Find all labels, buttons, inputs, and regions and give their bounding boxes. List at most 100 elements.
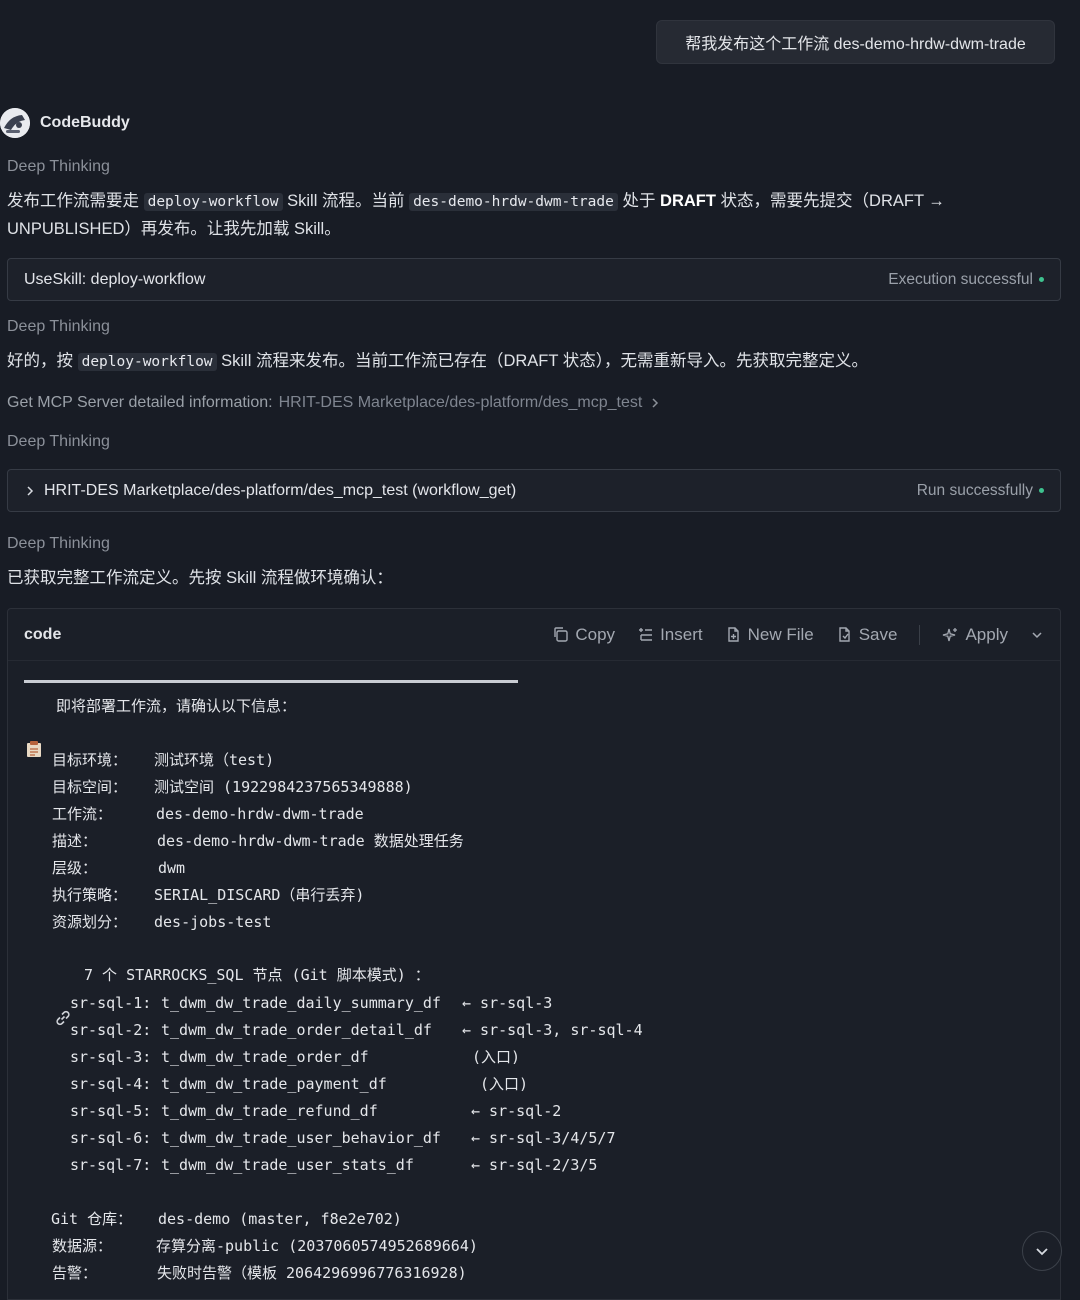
- new-file-label: New File: [747, 624, 814, 644]
- assistant-paragraph-3: 已获取完整工作流定义。先按 Skill 流程做环境确认：: [7, 569, 393, 587]
- info-key: 目标空间：: [52, 778, 128, 796]
- code-language-label: code: [24, 625, 62, 643]
- tool-call-workflow-get[interactable]: HRIT-DES Marketplace/des-platform/des_mc…: [7, 469, 1061, 512]
- insert-label: Insert: [660, 624, 703, 644]
- copy-icon: [554, 627, 569, 642]
- node-id: sr-sql-5:: [70, 1102, 152, 1120]
- node-table: t_dwm_dw_trade_order_df: [161, 1048, 369, 1066]
- inline-code: deploy-workflow: [143, 193, 283, 211]
- assistant-avatar-icon: [0, 108, 30, 138]
- info-key: 描述：: [52, 832, 98, 850]
- inline-code: des-demo-hrdw-dwm-trade: [409, 193, 618, 211]
- tool-status: Execution successful: [888, 271, 1044, 289]
- node-dep: ← sr-sql-2: [471, 1102, 562, 1120]
- sparkle-icon: [943, 628, 958, 642]
- nodes-header: 7 个 STARROCKS_SQL 节点 (Git 脚本模式) ：: [84, 966, 430, 984]
- node-dep: ← sr-sql-3, sr-sql-4: [462, 1021, 643, 1039]
- node-dep: (入口): [480, 1075, 529, 1093]
- code-block-header: code Copy Insert New File Save Apply: [8, 609, 1060, 661]
- text: Skill 流程来发布。当前工作流已存在（DRAFT 状态），无需重新导入。先获…: [216, 352, 868, 370]
- node-id: sr-sql-2:: [70, 1021, 152, 1039]
- deep-thinking-toggle[interactable]: Deep Thinking: [7, 318, 110, 336]
- insert-button[interactable]: Insert: [637, 625, 703, 645]
- info-value: 失败时告警（模板 2064296996776316928): [157, 1264, 467, 1282]
- assistant-paragraph-1: 发布工作流需要走 deploy-workflow Skill 流程。当前 des…: [7, 188, 1007, 243]
- deep-thinking-toggle[interactable]: Deep Thinking: [7, 535, 110, 553]
- new-file-icon: [727, 627, 739, 642]
- assistant-header: CodeBuddy: [0, 108, 130, 138]
- info-value: des-demo-hrdw-dwm-trade: [156, 805, 364, 823]
- text: 处于: [617, 192, 661, 210]
- node-id: sr-sql-6:: [70, 1129, 152, 1147]
- tool-title: HRIT-DES Marketplace/des-platform/des_mc…: [44, 481, 517, 499]
- new-file-button[interactable]: New File: [725, 625, 814, 645]
- chevron-down-icon[interactable]: [1030, 628, 1044, 642]
- chevron-right-icon: [652, 398, 659, 408]
- save-label: Save: [858, 624, 898, 644]
- info-value: des-demo (master, f8e2e702): [158, 1210, 402, 1228]
- info-key: 执行策略：: [52, 886, 128, 904]
- info-key: 数据源：: [52, 1237, 113, 1255]
- node-table: t_dwm_dw_trade_payment_df: [161, 1075, 387, 1093]
- success-dot-icon: [1039, 277, 1044, 282]
- copy-label: Copy: [575, 624, 616, 644]
- divider: [919, 624, 921, 645]
- status-text: DRAFT: [660, 192, 716, 210]
- code-divider: [24, 680, 518, 683]
- info-value: des-demo-hrdw-dwm-trade 数据处理任务: [157, 832, 464, 850]
- node-id: sr-sql-1:: [70, 994, 152, 1012]
- code-header-text: 即将部署工作流，请确认以下信息：: [56, 697, 297, 715]
- text: 发布工作流需要走: [7, 192, 144, 210]
- mcp-server-info-link[interactable]: Get MCP Server detailed information: HRI…: [7, 394, 662, 412]
- info-value: SERIAL_DISCARD（串行丢弃): [154, 886, 365, 904]
- info-value: 存算分离-public (2037060574952689664): [156, 1237, 478, 1255]
- node-dep: ← sr-sql-2/3/5: [471, 1156, 598, 1174]
- deep-thinking-toggle[interactable]: Deep Thinking: [7, 158, 110, 176]
- info-key: Git 仓库：: [51, 1210, 133, 1228]
- info-key: 层级：: [52, 859, 98, 877]
- node-id: sr-sql-4:: [70, 1075, 152, 1093]
- success-dot-icon: [1039, 488, 1044, 493]
- info-key: 资源划分：: [52, 913, 128, 931]
- assistant-paragraph-2: 好的，按 deploy-workflow Skill 流程来发布。当前工作流已存…: [7, 348, 1007, 376]
- tool-title-wrap: HRIT-DES Marketplace/des-platform/des_mc…: [24, 482, 516, 500]
- insert-icon: [639, 628, 653, 641]
- assistant-name: CodeBuddy: [40, 114, 130, 131]
- status-text: Execution successful: [888, 270, 1033, 288]
- node-table: t_dwm_dw_trade_order_detail_df: [161, 1021, 432, 1039]
- tool-call-useskill[interactable]: UseSkill: deploy-workflow Execution succ…: [7, 258, 1061, 301]
- status-text: Run successfully: [916, 481, 1033, 499]
- save-icon: [839, 627, 850, 642]
- info-key: 告警：: [52, 1264, 98, 1282]
- node-id: sr-sql-3:: [70, 1048, 152, 1066]
- tool-status: Run successfully: [917, 482, 1044, 500]
- copy-button[interactable]: Copy: [552, 625, 615, 645]
- chevron-down-icon: [1036, 1248, 1048, 1256]
- info-value: 测试环境（test): [154, 751, 275, 769]
- inline-code: deploy-workflow: [77, 353, 217, 371]
- apply-button[interactable]: Apply: [942, 625, 1008, 645]
- chevron-right-icon: [27, 485, 34, 496]
- info-key: 工作流：: [52, 805, 113, 823]
- node-table: t_dwm_dw_trade_daily_summary_df: [161, 994, 441, 1012]
- info-key: 目标环境：: [52, 751, 128, 769]
- code-actions: Copy Insert New File Save Apply: [552, 624, 1044, 645]
- scroll-to-bottom-button[interactable]: [1022, 1231, 1062, 1271]
- info-value: dwm: [158, 859, 186, 877]
- deep-thinking-toggle[interactable]: Deep Thinking: [7, 433, 110, 451]
- mcp-path: HRIT-DES Marketplace/des-platform/des_mc…: [278, 394, 643, 411]
- node-table: t_dwm_dw_trade_user_behavior_df: [161, 1129, 441, 1147]
- mcp-label: Get MCP Server detailed information:: [7, 394, 273, 411]
- node-id: sr-sql-7:: [70, 1156, 152, 1174]
- node-table: t_dwm_dw_trade_refund_df: [161, 1102, 378, 1120]
- tool-title: UseSkill: deploy-workflow: [24, 270, 206, 288]
- user-message: 帮我发布这个工作流 des-demo-hrdw-dwm-trade: [656, 20, 1055, 64]
- save-button[interactable]: Save: [836, 624, 898, 645]
- text: 好的，按: [7, 352, 78, 370]
- code-block: code Copy Insert New File Save Apply 即将部…: [7, 608, 1061, 1300]
- info-value: des-jobs-test: [154, 913, 272, 931]
- info-value: 测试空间 (1922984237565349888): [154, 778, 413, 796]
- node-table: t_dwm_dw_trade_user_stats_df: [161, 1156, 414, 1174]
- node-dep: ← sr-sql-3/4/5/7: [471, 1129, 616, 1147]
- apply-label: Apply: [965, 624, 1008, 644]
